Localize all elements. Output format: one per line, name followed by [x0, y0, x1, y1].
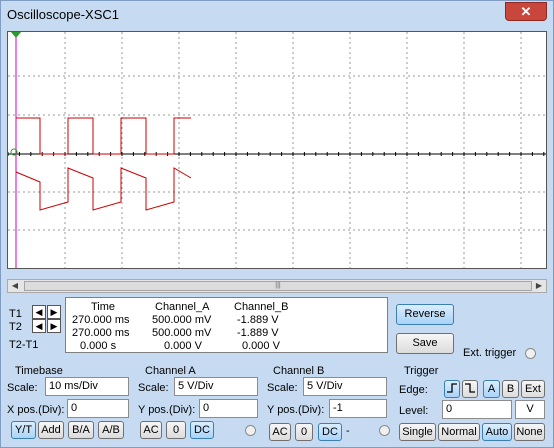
row3-channel-b: 0.000 V [242, 340, 280, 352]
channel-b-scale-label: Scale: [267, 382, 298, 394]
channel-b-coupling-suffix: - [346, 425, 350, 437]
header-channel-a: Channel_A [155, 301, 210, 313]
channel-a-ac-button[interactable]: AC [140, 421, 162, 439]
rising-edge-icon[interactable] [444, 380, 460, 398]
channel-b-trace [15, 167, 192, 211]
trigger-source-b-button[interactable]: B [502, 380, 519, 398]
trigger-single-button[interactable]: Single [399, 423, 436, 441]
horizontal-scrollbar[interactable]: ◀ ||| ▶ [7, 279, 547, 293]
row3-channel-a: 0.000 V [164, 340, 202, 352]
channel-b-ypos-label: Y pos.(Div): [267, 404, 325, 416]
row1-channel-a: 500.000 mV [152, 314, 212, 326]
t2-right-arrow-icon[interactable]: ▶ [47, 319, 61, 333]
channel-b-terminal[interactable] [379, 425, 390, 436]
channel-b-dc-button[interactable]: DC [318, 423, 342, 441]
oscilloscope-window: Oscilloscope-XSC1 ✕ ◀ ||| ▶ T1 ◀ ▶ T2 ◀ … [0, 0, 554, 448]
scroll-right-icon[interactable]: ▶ [532, 280, 546, 292]
t2-label: T2 [9, 321, 22, 333]
trigger-level-unit[interactable]: V [515, 400, 545, 419]
timebase-scale-label: Scale: [7, 382, 38, 394]
trigger-none-button[interactable]: None [514, 423, 545, 441]
grid-lines [8, 32, 546, 268]
channel-a-scale-field[interactable]: 5 V/Div [174, 377, 258, 396]
t1-right-arrow-icon[interactable]: ▶ [47, 305, 61, 319]
scroll-thumb[interactable]: ||| [24, 281, 532, 291]
timebase-scale-field[interactable]: 10 ms/Div [45, 377, 129, 396]
t2-t1-label: T2-T1 [9, 339, 39, 351]
trigger-title: Trigger [404, 365, 439, 377]
scope-grid [7, 32, 546, 268]
channel-b-zero-button[interactable]: 0 [295, 423, 313, 441]
timebase-xpos-field[interactable]: 0 [67, 399, 129, 418]
mode-add-button[interactable]: Add [38, 421, 64, 439]
header-channel-b: Channel_B [234, 301, 289, 313]
channel-a-ypos-field[interactable]: 0 [199, 399, 258, 418]
channel-a-terminal[interactable] [245, 425, 256, 436]
channel-b-scale-field[interactable]: 5 V/Div [303, 377, 387, 396]
channel-a-dc-button[interactable]: DC [190, 421, 214, 439]
channel-b-title: Channel B [273, 365, 325, 377]
mode-ab-button[interactable]: A/B [98, 421, 124, 439]
cursor-readout-table: Time Channel_A Channel_B 270.000 ms 500.… [65, 297, 388, 353]
timebase-xpos-label: X pos.(Div): [7, 404, 65, 416]
ext-trigger-terminal[interactable] [525, 348, 536, 359]
t1-left-arrow-icon[interactable]: ◀ [32, 305, 46, 319]
reverse-button[interactable]: Reverse [396, 304, 454, 325]
scope-display [7, 31, 547, 269]
t2-left-arrow-icon[interactable]: ◀ [32, 319, 46, 333]
channel-a-title: Channel A [145, 365, 196, 377]
window-title: Oscilloscope-XSC1 [7, 7, 119, 22]
row2-channel-a: 500.000 mV [152, 327, 212, 339]
channel-b-ac-button[interactable]: AC [269, 423, 291, 441]
row2-channel-b: -1.889 V [237, 327, 279, 339]
row1-time: 270.000 ms [72, 314, 130, 326]
channel-a-ypos-label: Y pos.(Div): [138, 404, 196, 416]
title-bar[interactable]: Oscilloscope-XSC1 ✕ [1, 1, 553, 27]
ext-trigger-label: Ext. trigger [463, 347, 517, 359]
trigger-edge-label: Edge: [399, 384, 428, 396]
trigger-source-a-button[interactable]: A [483, 380, 500, 398]
cursor-t1-marker [11, 32, 21, 38]
row2-time: 270.000 ms [72, 327, 130, 339]
channel-a-zero-button[interactable]: 0 [166, 421, 186, 439]
mode-yt-button[interactable]: Y/T [11, 421, 36, 439]
trigger-level-field[interactable]: 0 [442, 400, 512, 419]
falling-edge-icon[interactable] [462, 380, 478, 398]
header-time: Time [91, 301, 116, 313]
trigger-normal-button[interactable]: Normal [438, 423, 480, 441]
t1-label: T1 [9, 308, 22, 320]
row1-channel-b: -1.889 V [237, 314, 279, 326]
channel-a-trace [16, 117, 191, 155]
close-button[interactable]: ✕ [505, 2, 547, 21]
trigger-level-label: Level: [399, 405, 429, 417]
trigger-auto-button[interactable]: Auto [482, 423, 512, 441]
mode-ba-button[interactable]: B/A [68, 421, 94, 439]
channel-b-ypos-field[interactable]: -1 [329, 399, 387, 418]
trigger-source-ext-button[interactable]: Ext [521, 380, 545, 398]
timebase-title: Timebase [15, 365, 63, 377]
scroll-left-icon[interactable]: ◀ [8, 280, 22, 292]
save-button[interactable]: Save [396, 333, 454, 354]
channel-a-scale-label: Scale: [138, 382, 169, 394]
row3-time: 0.000 s [80, 340, 117, 352]
